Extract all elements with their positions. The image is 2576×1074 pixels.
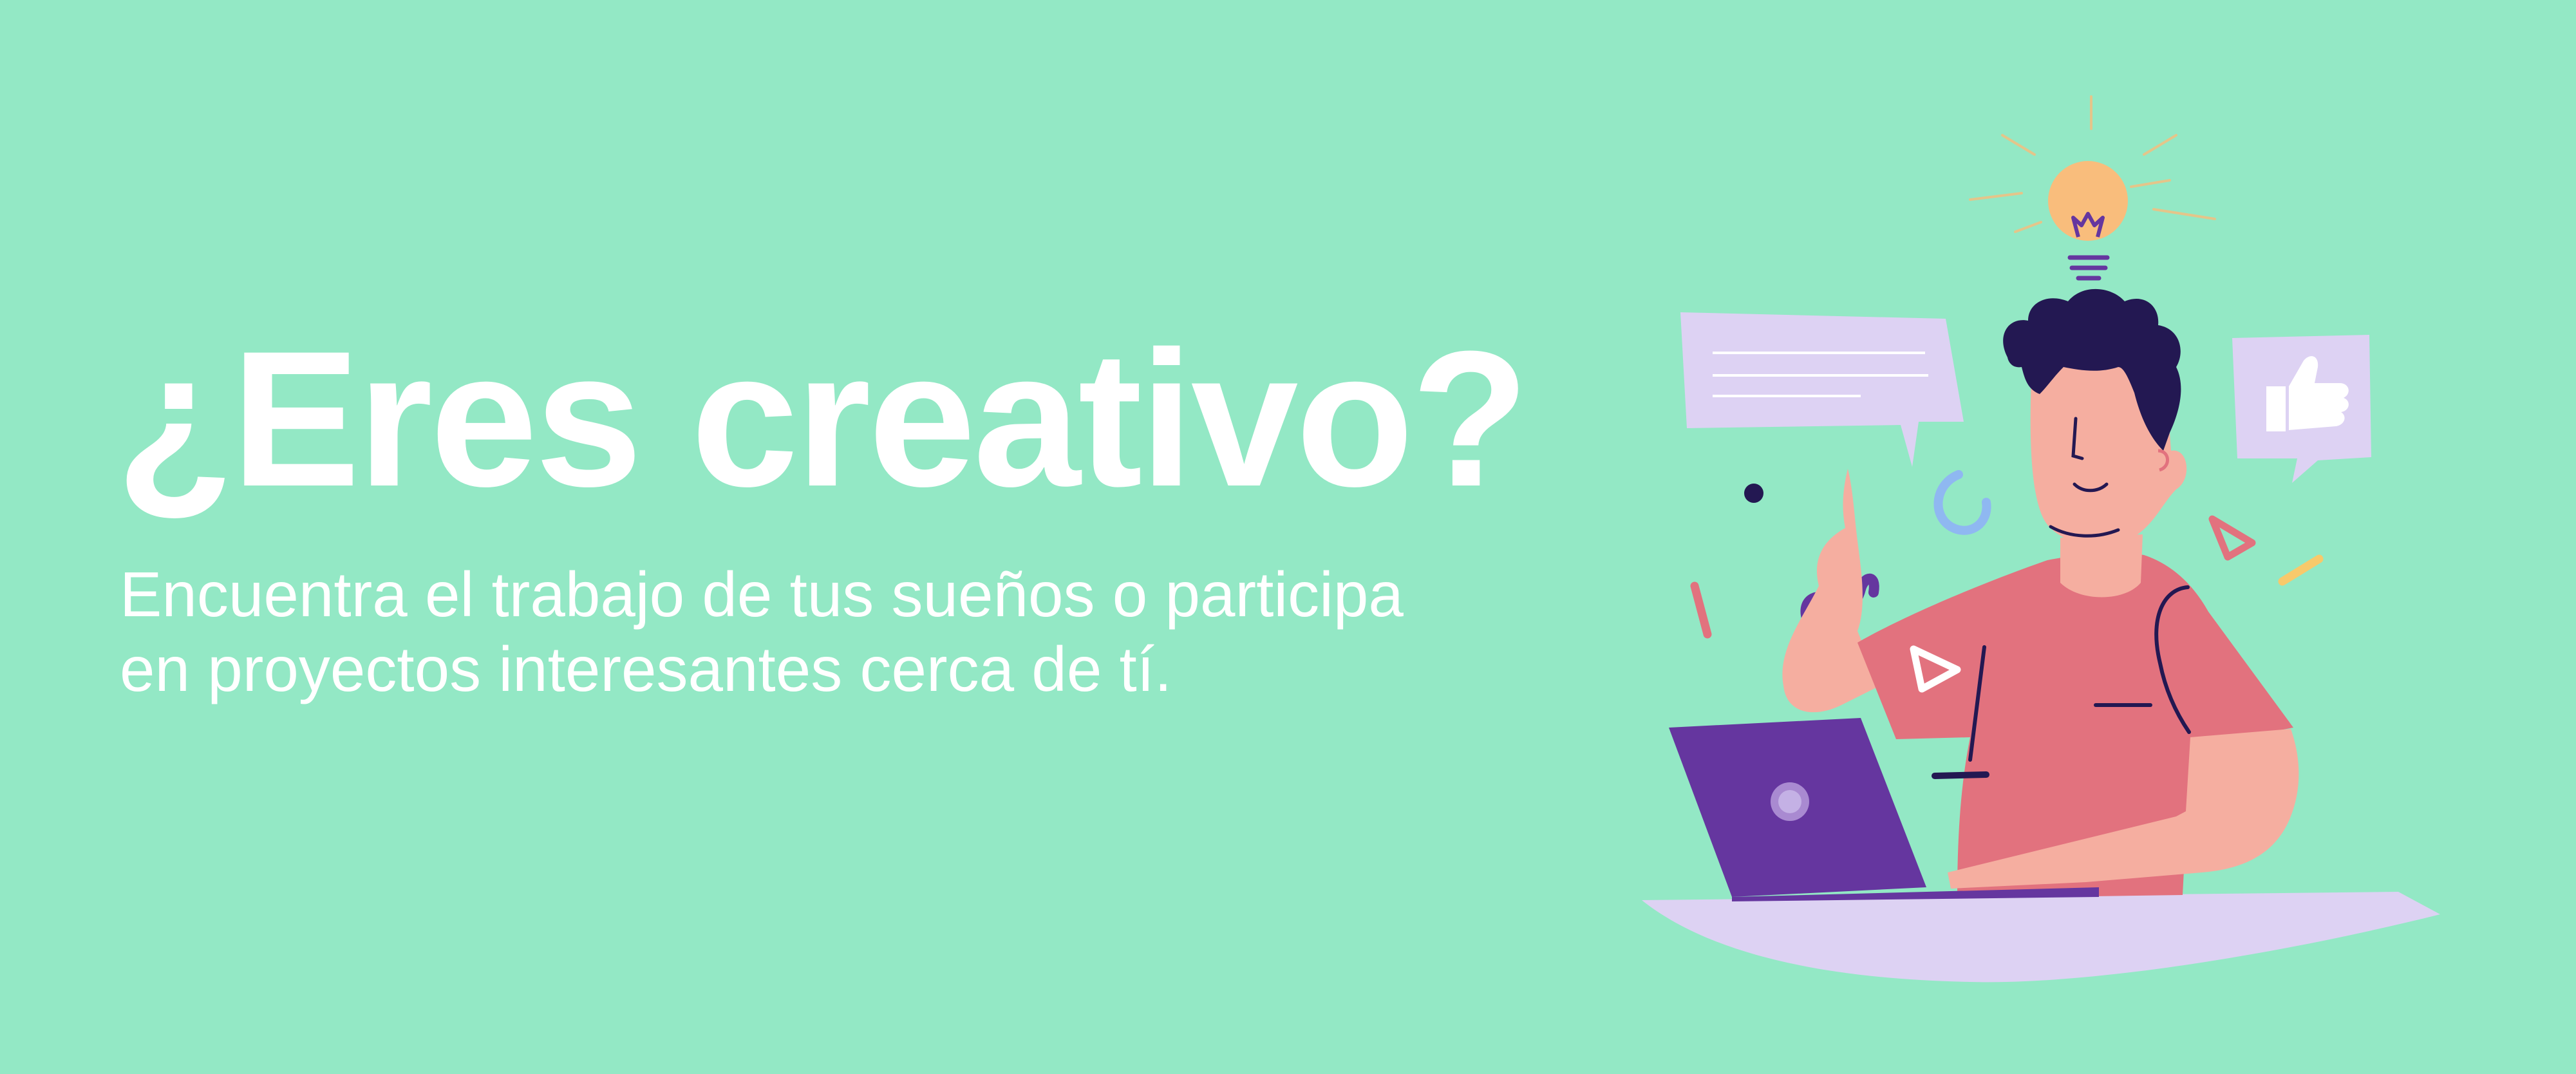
lightbulb-icon — [2048, 161, 2128, 281]
play-icon — [2208, 515, 2256, 561]
headline: ¿Eres creativo? — [116, 310, 1529, 527]
dot-decoration — [1744, 484, 1763, 503]
desk — [1642, 892, 2440, 983]
stick-decoration-left — [1690, 581, 1712, 639]
speech-bubble-icon — [1680, 312, 1964, 467]
ring-decoration — [1933, 470, 1991, 535]
subtitle-line-1: Encuentra el trabajo de tus sueños o par… — [120, 559, 1404, 630]
creative-person-illustration — [1642, 95, 2440, 983]
subtitle: Encuentra el trabajo de tus sueños o par… — [120, 557, 1404, 706]
stick-decoration-right — [2278, 554, 2324, 586]
subtitle-line-2: en proyectos interesantes cerca de tí. — [120, 634, 1172, 704]
hero-banner: ¿Eres creativo? Encuentra el trabajo de … — [0, 0, 2576, 1074]
thumbs-up-icon — [2232, 335, 2371, 483]
